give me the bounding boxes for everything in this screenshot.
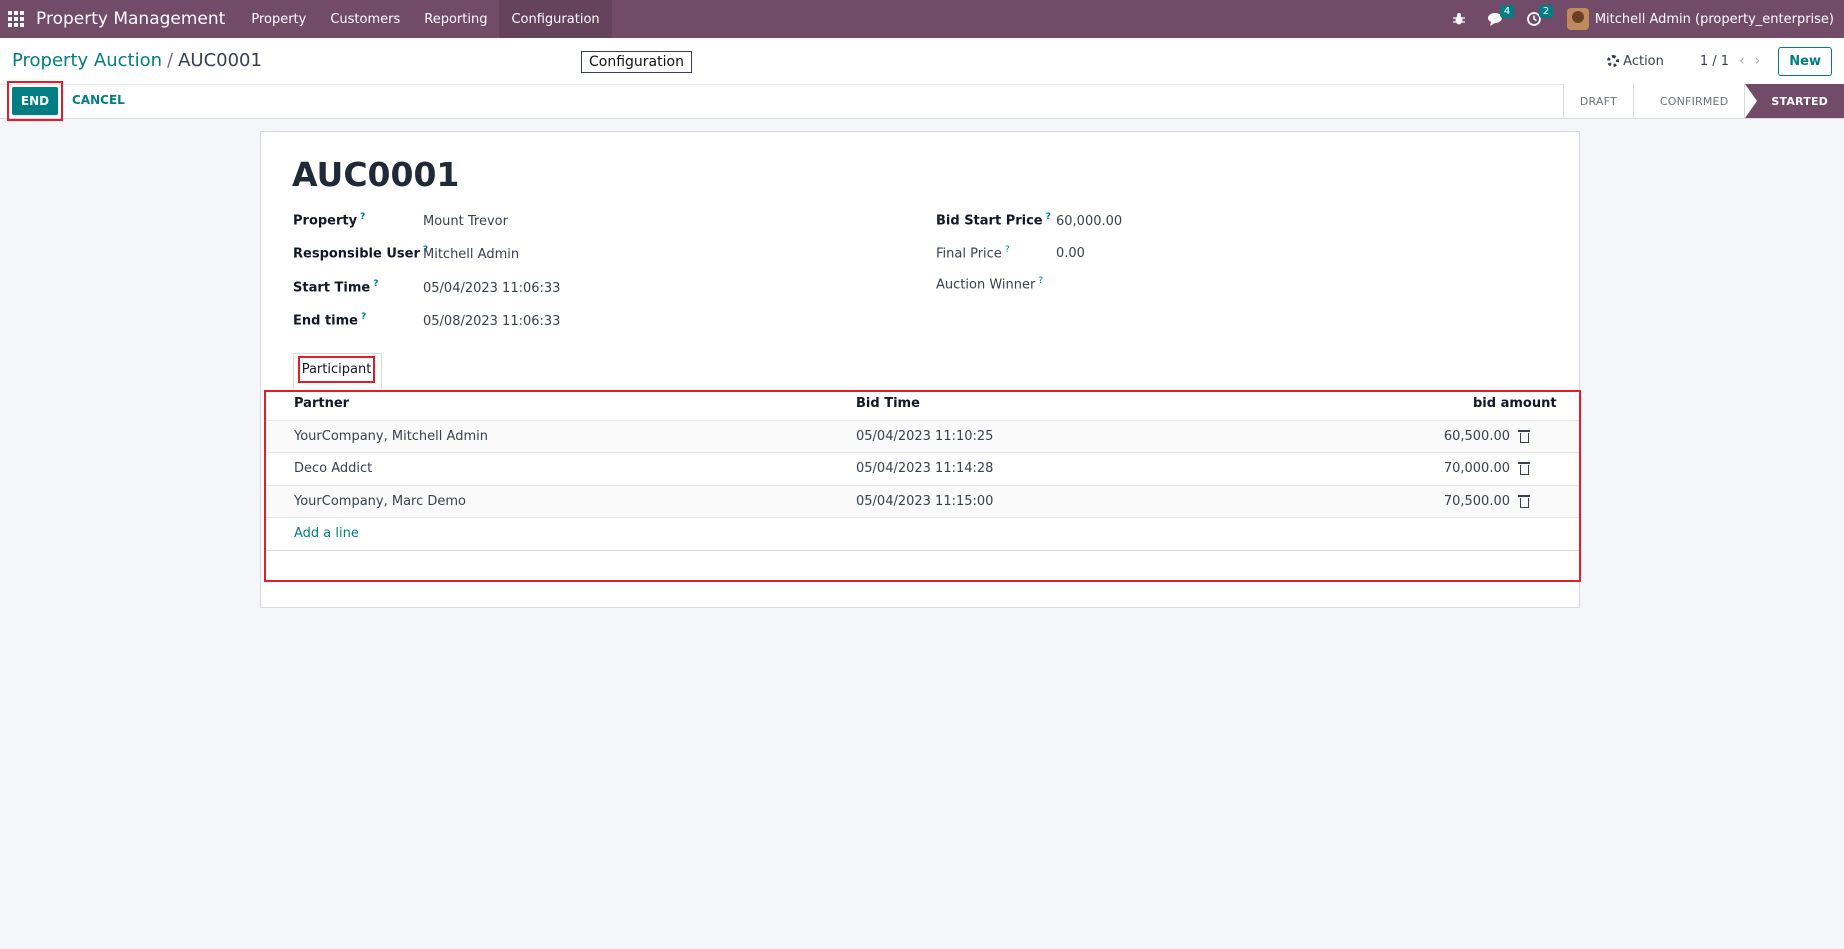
add-a-line-link[interactable]: Add a line [294, 526, 359, 541]
breadcrumb-parent-link[interactable]: Property Auction [12, 50, 162, 71]
activities-count-badge: 2 [1538, 5, 1554, 18]
control-panel: Property Auction / AUC0001 Action 1 / 1 ‹ … [0, 38, 1844, 84]
row-bid-time: 05/04/2023 11:15:00 [856, 494, 994, 509]
debug-bug-icon[interactable] [1452, 12, 1466, 26]
stage-started[interactable]: STARTED [1744, 84, 1844, 118]
user-menu[interactable]: Mitchell Admin (property_enterprise) [1595, 12, 1834, 27]
cancel-button[interactable]: CANCEL [72, 93, 125, 107]
column-header-bid-amount[interactable]: bid amount [1473, 396, 1557, 411]
user-avatar[interactable] [1566, 8, 1589, 30]
action-menu-button[interactable]: Action [1607, 54, 1664, 69]
end-time-label: End time? [293, 312, 367, 329]
property-field[interactable]: Mount Trevor [423, 214, 508, 229]
final-price-label: Final Price? [936, 245, 1010, 262]
row-bid-time: 05/04/2023 11:14:28 [856, 461, 994, 476]
table-bottom-divider [266, 550, 1579, 551]
configuration-tooltip: Configuration [581, 51, 692, 73]
row-partner: Deco Addict [294, 461, 373, 476]
delete-row-trash-icon[interactable] [1518, 462, 1530, 475]
app-brand[interactable]: Property Management [36, 9, 225, 29]
column-header-partner[interactable]: Partner [294, 396, 349, 411]
gear-icon [1607, 55, 1620, 67]
record-title: AUC0001 [292, 155, 460, 194]
bid-start-price-field[interactable]: 60,000.00 [1056, 214, 1122, 229]
menu-property[interactable]: Property [239, 0, 318, 38]
row-partner: YourCompany, Marc Demo [294, 494, 467, 509]
apps-menu-icon[interactable] [2, 0, 30, 38]
row-bid-time: 05/04/2023 11:10:25 [856, 429, 994, 444]
property-label: Property? [293, 212, 366, 229]
messages-count-badge: 4 [1499, 5, 1515, 18]
row-bid-amount: 60,500.00 [1443, 429, 1510, 444]
menu-customers[interactable]: Customers [318, 0, 412, 38]
tab-participant-label[interactable]: Participant [298, 356, 375, 383]
breadcrumb: Property Auction / AUC0001 [12, 50, 262, 71]
bid-start-price-label: Bid Start Price? [936, 212, 1051, 229]
activities-clock-icon[interactable]: 2 [1526, 5, 1554, 26]
row-bid-amount: 70,500.00 [1443, 494, 1510, 509]
delete-row-trash-icon[interactable] [1518, 430, 1530, 443]
row-bid-amount: 70,000.00 [1443, 461, 1510, 476]
menu-configuration[interactable]: Configuration [499, 0, 612, 38]
add-line-row [266, 517, 1579, 551]
menu-reporting[interactable]: Reporting [412, 0, 499, 38]
stage-confirmed[interactable]: CONFIRMED [1632, 84, 1745, 118]
messages-icon[interactable]: 4 [1487, 5, 1515, 26]
new-record-button[interactable]: New [1778, 46, 1832, 76]
table-row[interactable]: YourCompany, Marc Demo 05/04/2023 11:15:… [266, 485, 1579, 517]
top-navbar: Property Management Property Customers R… [0, 0, 1844, 38]
row-partner: YourCompany, Mitchell Admin [294, 429, 488, 444]
final-price-field: 0.00 [1056, 246, 1085, 261]
stage-pipeline: DRAFT CONFIRMED STARTED [1562, 84, 1844, 118]
start-time-label: Start Time? [293, 279, 379, 296]
pager-value[interactable]: 1 / 1 [1700, 54, 1729, 69]
action-label: Action [1623, 53, 1664, 69]
delete-row-trash-icon[interactable] [1518, 495, 1530, 508]
auction-winner-label: Auction Winner? [936, 276, 1044, 293]
responsible-user-field[interactable]: Mitchell Admin [423, 247, 519, 262]
end-button[interactable]: END [12, 87, 58, 115]
breadcrumb-separator: / [167, 50, 174, 71]
end-time-field[interactable]: 05/08/2023 11:06:33 [423, 314, 560, 329]
stage-draft[interactable]: DRAFT [1562, 84, 1633, 118]
responsible-user-label: Responsible User? [293, 245, 429, 262]
pager-next-icon[interactable]: › [1755, 53, 1761, 69]
breadcrumb-current: AUC0001 [178, 50, 262, 71]
table-row[interactable]: YourCompany, Mitchell Admin 05/04/2023 1… [266, 420, 1579, 452]
pager-previous-icon[interactable]: ‹ [1739, 53, 1745, 69]
column-header-bid-time[interactable]: Bid Time [856, 396, 920, 411]
table-row[interactable]: Deco Addict 05/04/2023 11:14:28 70,000.0… [266, 452, 1579, 484]
start-time-field[interactable]: 05/04/2023 11:06:33 [423, 281, 560, 296]
